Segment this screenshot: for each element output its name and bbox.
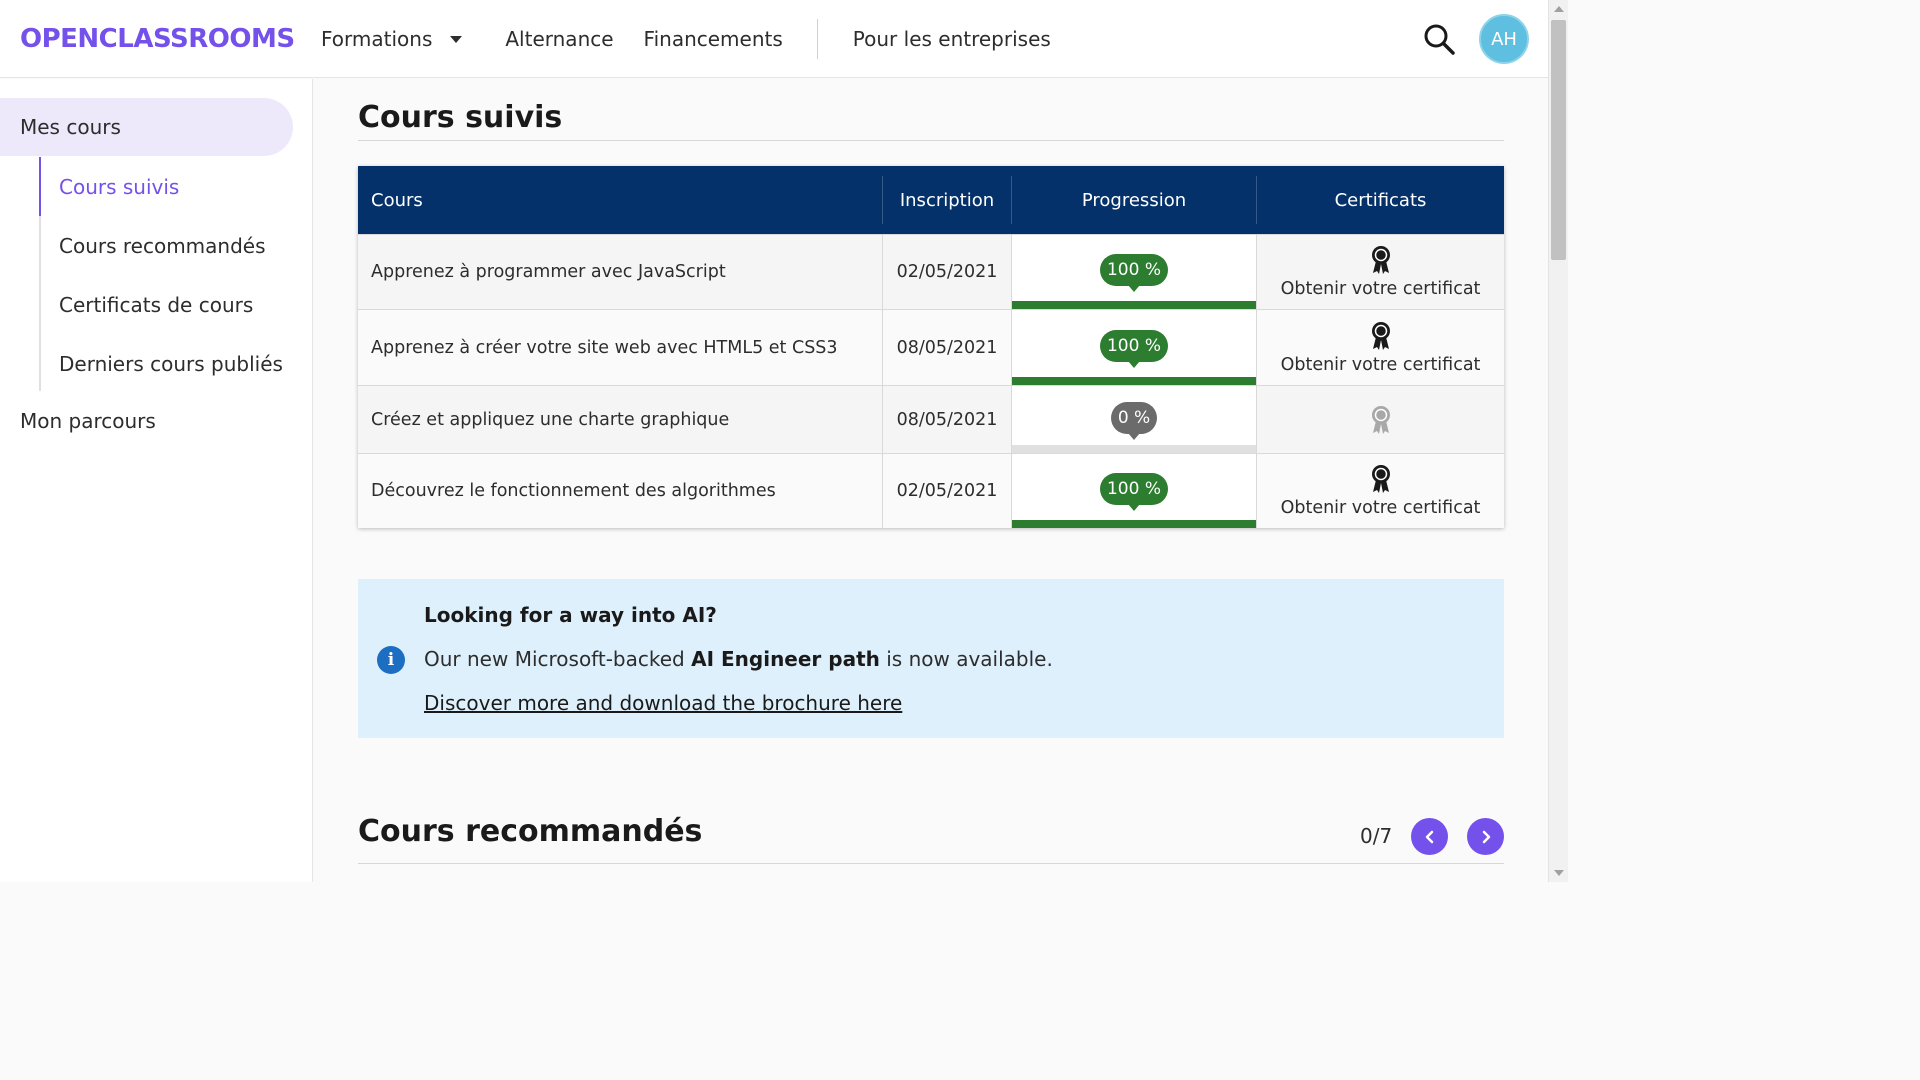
- progress-badge: 100 %: [1099, 473, 1168, 511]
- table-row: Apprenez à programmer avec JavaScript 02…: [358, 234, 1504, 309]
- sidebar-item-mon-parcours[interactable]: Mon parcours: [20, 409, 156, 433]
- get-certificate-link[interactable]: Obtenir votre certificat: [1281, 498, 1481, 518]
- search-icon[interactable]: [1422, 22, 1456, 56]
- table-row: Créez et appliquez une charte graphique …: [358, 385, 1504, 453]
- info-text-after: is now available.: [879, 647, 1053, 671]
- course-title-cell[interactable]: Apprenez à programmer avec JavaScript: [358, 235, 883, 309]
- nav-alternance[interactable]: Alternance: [505, 27, 613, 51]
- inscription-date-cell: 02/05/2021: [883, 454, 1012, 528]
- carousel-prev-button[interactable]: [1411, 818, 1448, 855]
- info-text: Our new Microsoft-backed AI Engineer pat…: [424, 647, 1053, 671]
- sidebar-item-cours-recommandes[interactable]: Cours recommandés: [59, 234, 266, 258]
- carousel-next-button[interactable]: [1467, 818, 1504, 855]
- certificate-cell: Obtenir votre certificat: [1257, 310, 1504, 385]
- main-nav: Formations Alternance Financements Pour …: [321, 18, 1051, 59]
- chevron-right-icon: [1482, 830, 1490, 843]
- progress-badge: 0 %: [1110, 401, 1158, 440]
- nav-formations-label: Formations: [321, 26, 433, 51]
- scrollbar-thumb[interactable]: [1551, 20, 1566, 260]
- chevron-left-icon: [1425, 830, 1433, 843]
- top-header: OPENCLASSROOMS Formations Alternance Fin…: [0, 0, 1548, 78]
- recommended-title: Cours recommandés: [358, 814, 703, 849]
- progression-cell: 100 %: [1012, 235, 1257, 309]
- sidebar-active-indicator: [39, 157, 41, 216]
- info-title: Looking for a way into AI?: [424, 603, 717, 627]
- progression-cell: 0 %: [1012, 386, 1257, 453]
- course-title-cell[interactable]: Découvrez le fonctionnement des algorith…: [358, 454, 883, 528]
- certificate-medal-icon: [1371, 321, 1390, 350]
- progress-badge: 100 %: [1099, 254, 1168, 292]
- course-title-cell[interactable]: Créez et appliquez une charte graphique: [358, 386, 883, 453]
- page-scrollbar[interactable]: [1548, 0, 1568, 882]
- progression-cell: 100 %: [1012, 310, 1257, 385]
- chevron-down-icon: [450, 36, 463, 43]
- certificate-medal-icon: [1371, 405, 1390, 434]
- sidebar-item-cours-suivis[interactable]: Cours suivis: [59, 175, 179, 199]
- info-text-before: Our new Microsoft-backed: [424, 647, 692, 671]
- column-header-cours: Cours: [358, 176, 883, 224]
- info-text-bold: AI Engineer path: [691, 647, 880, 671]
- column-header-progression: Progression: [1012, 176, 1257, 224]
- scroll-up-icon[interactable]: [1554, 6, 1564, 12]
- table-header: Cours Inscription Progression Certificat…: [358, 166, 1504, 234]
- sidebar-item-derniers-cours[interactable]: Derniers cours publiés: [59, 352, 283, 376]
- progress-bar: [1012, 301, 1256, 309]
- avatar[interactable]: AH: [1479, 14, 1529, 64]
- recommended-counter: 0/7: [1360, 824, 1393, 848]
- progress-bar-fill: [1012, 377, 1256, 385]
- table-row: Découvrez le fonctionnement des algorith…: [358, 453, 1504, 528]
- get-certificate-link[interactable]: Obtenir votre certificat: [1281, 355, 1481, 375]
- progress-bar: [1012, 377, 1256, 385]
- certificate-cell: Obtenir votre certificat: [1257, 454, 1504, 528]
- progress-badge: 100 %: [1099, 329, 1168, 368]
- table-body: Apprenez à programmer avec JavaScript 02…: [358, 234, 1504, 528]
- brochure-link[interactable]: Discover more and download the brochure …: [424, 691, 902, 715]
- progress-bar: [1012, 520, 1256, 528]
- recommended-divider: [358, 863, 1504, 864]
- sidebar-item-mes-cours[interactable]: Mes cours: [0, 98, 293, 156]
- sidebar-item-certificats[interactable]: Certificats de cours: [59, 293, 253, 317]
- title-divider: [358, 140, 1504, 141]
- certificate-medal-icon: [1371, 465, 1390, 493]
- column-header-inscription: Inscription: [883, 176, 1012, 224]
- nav-formations[interactable]: Formations: [321, 26, 463, 51]
- progress-bar-fill: [1012, 520, 1256, 528]
- column-header-certificats: Certificats: [1334, 189, 1427, 211]
- page-title: Cours suivis: [358, 100, 563, 135]
- scroll-down-icon[interactable]: [1554, 870, 1564, 876]
- courses-table: Cours Inscription Progression Certificat…: [358, 166, 1504, 528]
- progress-bar: [1012, 445, 1256, 453]
- inscription-date-cell: 08/05/2021: [883, 386, 1012, 453]
- get-certificate-link[interactable]: Obtenir votre certificat: [1281, 279, 1481, 299]
- info-icon: i: [377, 646, 405, 674]
- sidebar: Mes cours Cours suivis Cours recommandés…: [0, 79, 313, 882]
- inscription-date-cell: 02/05/2021: [883, 235, 1012, 309]
- certificate-cell: Obtenir votre certificat: [1257, 235, 1504, 309]
- info-banner: i Looking for a way into AI? Our new Mic…: [358, 579, 1504, 738]
- nav-financements[interactable]: Financements: [644, 27, 783, 51]
- certificate-medal-icon: [1371, 246, 1390, 274]
- certificate-cell: [1257, 386, 1504, 453]
- progression-cell: 100 %: [1012, 454, 1257, 528]
- course-title-cell[interactable]: Apprenez à créer votre site web avec HTM…: [358, 310, 883, 385]
- inscription-date-cell: 08/05/2021: [883, 310, 1012, 385]
- openclassrooms-logo[interactable]: OPENCLASSROOMS: [20, 24, 295, 54]
- table-row: Apprenez à créer votre site web avec HTM…: [358, 309, 1504, 385]
- progress-bar-fill: [1012, 301, 1256, 309]
- nav-divider: [816, 18, 818, 59]
- nav-entreprises[interactable]: Pour les entreprises: [853, 27, 1051, 51]
